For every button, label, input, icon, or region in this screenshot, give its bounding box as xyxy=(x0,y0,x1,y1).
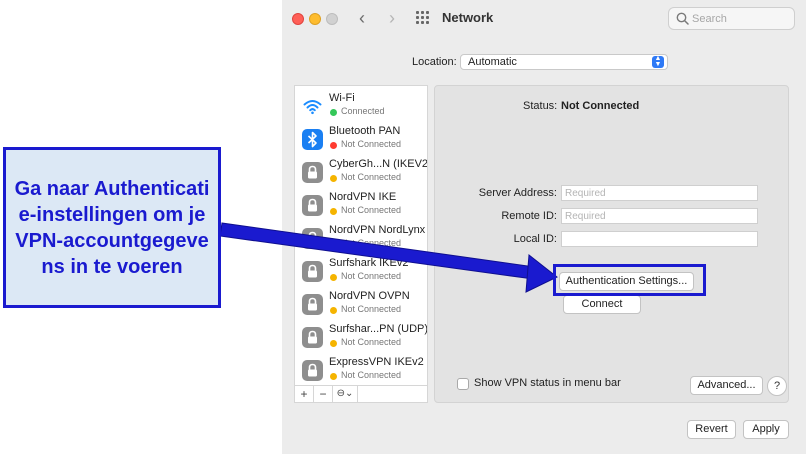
service-item-nordvpn-ike[interactable]: NordVPN IKE Not Connected xyxy=(295,189,427,222)
lock-icon xyxy=(302,327,323,348)
status-dot-icon xyxy=(330,208,337,215)
status-dot-icon xyxy=(330,142,337,149)
service-name: Bluetooth PAN xyxy=(329,125,401,137)
revert-button[interactable]: Revert xyxy=(687,420,736,439)
help-button[interactable]: ? xyxy=(767,376,787,396)
lock-icon xyxy=(302,261,323,282)
service-item-nordvpn-nordlynx[interactable]: NordVPN NordLynx Not Connected xyxy=(295,222,427,255)
status-label: Status: xyxy=(523,100,558,112)
search-box[interactable] xyxy=(668,7,795,30)
lock-icon xyxy=(302,294,323,315)
status-dot-icon xyxy=(330,373,337,380)
service-status: Not Connected xyxy=(341,238,402,248)
server-address-field[interactable] xyxy=(561,185,758,201)
local-id-label: Local ID: xyxy=(513,233,557,245)
service-name: NordVPN NordLynx xyxy=(329,224,426,236)
status-dot-icon xyxy=(330,340,337,347)
service-name: NordVPN IKE xyxy=(329,191,397,203)
toolbar-divider xyxy=(357,386,358,402)
callout-box: Ga naar Authenticatie-instellingen om je… xyxy=(3,147,221,308)
service-name: Wi-Fi xyxy=(329,92,355,104)
service-item-surfshark-ikev2[interactable]: Surfshark IKEv2 Not Connected xyxy=(295,255,427,288)
service-status: Not Connected xyxy=(341,139,402,149)
vpn-detail-pane: Status: Not Connected Server Address: Re… xyxy=(434,85,789,403)
status-dot-icon xyxy=(330,241,337,248)
service-name: Surfshark IKEv2 xyxy=(329,257,409,269)
wifi-icon xyxy=(302,96,323,117)
service-name: NordVPN OVPN xyxy=(329,290,410,302)
lock-icon xyxy=(302,360,323,381)
remove-service-button[interactable]: − xyxy=(314,386,332,402)
service-status: Not Connected xyxy=(341,370,402,380)
window-title: Network xyxy=(442,10,494,25)
status-value: Not Connected xyxy=(561,100,640,112)
search-input[interactable] xyxy=(692,10,790,27)
service-status: Connected xyxy=(341,106,385,116)
highlight-box xyxy=(553,264,706,296)
connect-button[interactable]: Connect xyxy=(563,295,641,314)
lock-icon xyxy=(302,228,323,249)
service-name: Surfshar...PN (UDP) xyxy=(329,323,428,335)
service-item-wifi[interactable]: Wi-Fi Connected xyxy=(295,90,427,123)
zoom-window-button[interactable] xyxy=(326,13,338,25)
chevron-updown-icon: ▲ ▼ xyxy=(652,55,664,68)
status-dot-icon xyxy=(330,109,337,116)
back-chevron-icon[interactable]: ‹ xyxy=(352,8,372,28)
service-list: Wi-Fi Connected Bluetooth PAN Not Connec… xyxy=(294,85,428,385)
service-item-expressvpn[interactable]: ExpressVPN IKEv2 Not Connected xyxy=(295,354,427,385)
search-icon xyxy=(676,12,689,25)
service-item-bluetooth-pan[interactable]: Bluetooth PAN Not Connected xyxy=(295,123,427,156)
service-name: CyberGh...N (IKEV2) xyxy=(329,158,428,170)
service-status: Not Connected xyxy=(341,337,402,347)
location-value: Automatic xyxy=(468,56,517,68)
close-window-button[interactable] xyxy=(292,13,304,25)
status-dot-icon xyxy=(330,175,337,182)
advanced-button[interactable]: Advanced... xyxy=(690,376,763,395)
lock-icon xyxy=(302,162,323,183)
add-service-button[interactable]: + xyxy=(295,386,313,402)
service-item-surfshark-udp[interactable]: Surfshar...PN (UDP) Not Connected xyxy=(295,321,427,354)
title-bar: ‹ › Network xyxy=(282,0,806,38)
service-name: ExpressVPN IKEv2 xyxy=(329,356,424,368)
bluetooth-icon xyxy=(302,129,323,150)
location-select[interactable]: Automatic ▲ ▼ xyxy=(460,54,668,70)
local-id-field[interactable] xyxy=(561,231,758,247)
show-vpn-status-checkbox[interactable] xyxy=(457,378,469,390)
grid-icon[interactable] xyxy=(416,11,432,24)
location-label: Location: xyxy=(412,56,457,68)
lock-icon xyxy=(302,195,323,216)
service-item-cyberghost[interactable]: CyberGh...N (IKEV2) Not Connected xyxy=(295,156,427,189)
apply-button[interactable]: Apply xyxy=(743,420,789,439)
service-list-toolbar: + − ⊖⌄ xyxy=(294,385,428,403)
remote-id-field[interactable] xyxy=(561,208,758,224)
status-dot-icon xyxy=(330,307,337,314)
status-dot-icon xyxy=(330,274,337,281)
minimize-window-button[interactable] xyxy=(309,13,321,25)
service-status: Not Connected xyxy=(341,271,402,281)
service-status: Not Connected xyxy=(341,304,402,314)
callout-text: Ga naar Authenticatie-instellingen om je… xyxy=(14,177,210,278)
service-status: Not Connected xyxy=(341,205,402,215)
service-item-nordvpn-ovpn[interactable]: NordVPN OVPN Not Connected xyxy=(295,288,427,321)
network-preferences-window: ‹ › Network Location: Automatic ▲▼ xyxy=(282,0,806,454)
service-actions-button[interactable]: ⊖⌄ xyxy=(333,386,357,402)
remote-id-label: Remote ID: xyxy=(501,210,557,222)
server-address-label: Server Address: xyxy=(478,187,557,199)
show-vpn-status-label: Show VPN status in menu bar xyxy=(474,377,621,389)
forward-chevron-icon[interactable]: › xyxy=(382,8,402,28)
service-status: Not Connected xyxy=(341,172,402,182)
